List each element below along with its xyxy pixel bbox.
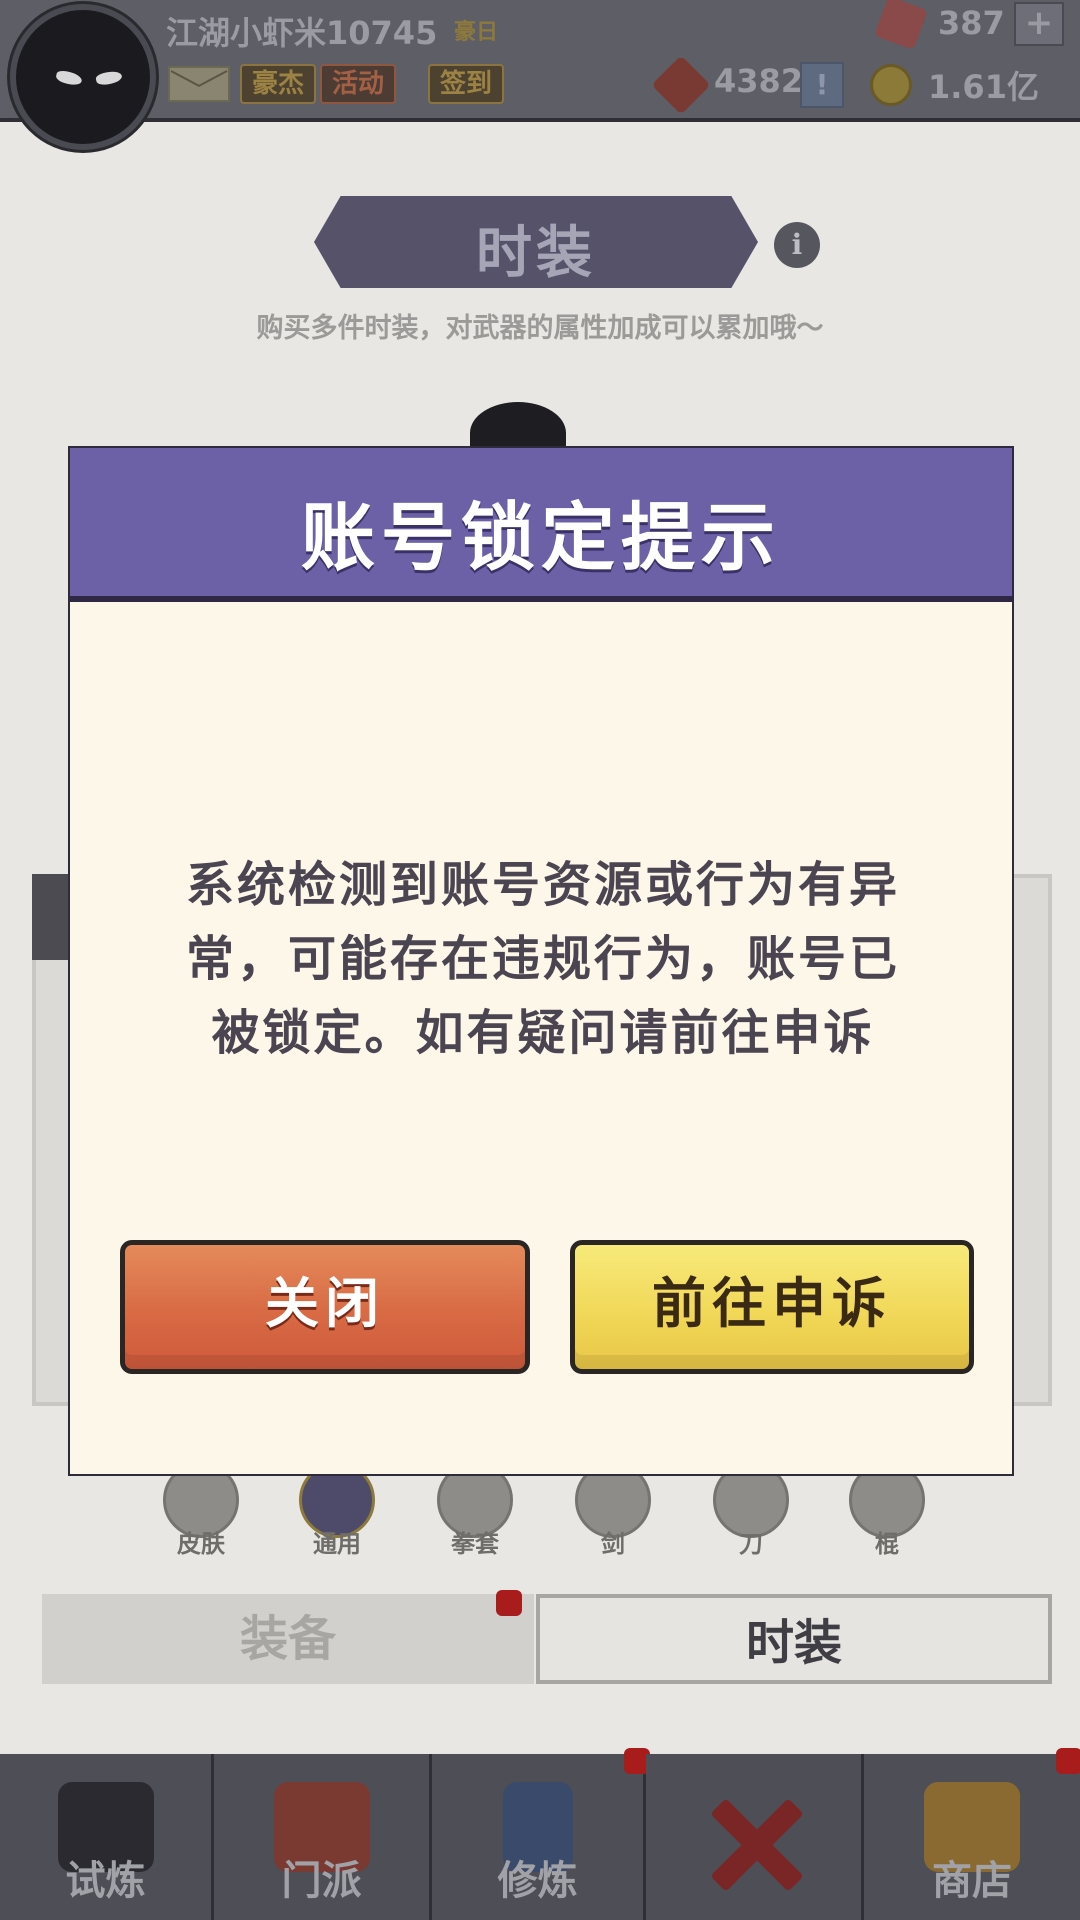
account-lock-dialog: 账号锁定提示 系统检测到账号资源或行为有异 常，可能存在违规行为，账号已 被锁定… [68,446,1014,1476]
dialog-header: 账号锁定提示 [70,448,1012,602]
game-screen: 江湖小虾米10745 豪日 豪杰 活动 签到 387 + 4382 ! 1.61… [0,0,1080,1920]
dialog-message: 系统检测到账号资源或行为有异 常，可能存在违规行为，账号已 被锁定。如有疑问请前… [150,848,936,1070]
close-button[interactable]: 关闭 [120,1240,530,1374]
appeal-button[interactable]: 前往申诉 [570,1240,974,1374]
dialog-message-line: 常，可能存在违规行为，账号已 [185,931,900,987]
dialog-message-line: 系统检测到账号资源或行为有异 [185,857,900,913]
dialog-message-line: 被锁定。如有疑问请前往申诉 [211,1005,875,1061]
dialog-title: 账号锁定提示 [301,495,781,581]
